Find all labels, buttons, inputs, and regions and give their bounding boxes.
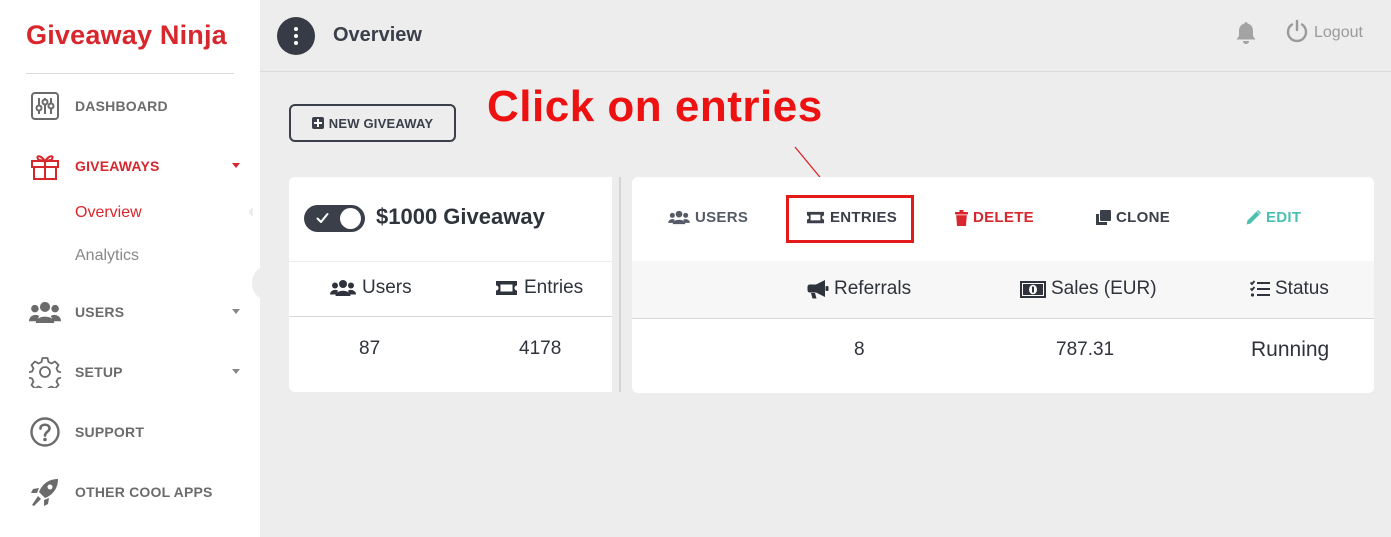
caret-down-icon [232, 309, 240, 314]
money-bill-icon [1020, 280, 1046, 298]
dot [294, 27, 298, 31]
giveaway-enabled-toggle[interactable] [304, 205, 365, 232]
status-column-header: Status [1250, 278, 1329, 300]
sidebar-item-label: DASHBOARD [75, 98, 168, 114]
users-icon [330, 280, 356, 296]
question-icon [29, 416, 61, 448]
sidebar-subitem-overview[interactable]: Overview [75, 204, 142, 222]
giveaway-name: $1000 Giveaway [376, 204, 545, 229]
sliders-icon [29, 90, 61, 122]
users-action-button[interactable]: USERS [668, 209, 748, 226]
users-icon [29, 296, 61, 328]
delete-action-label: DELETE [973, 209, 1034, 226]
users-column-header: Users [330, 277, 412, 299]
delete-action-button[interactable]: DELETE [955, 209, 1034, 226]
sidebar-item-label: OTHER COOL APPS [75, 484, 213, 500]
brand-logo[interactable]: Giveaway Ninja [26, 20, 227, 51]
caret-down-icon [232, 163, 240, 168]
sidebar-edge-marker [249, 208, 253, 216]
edit-action-label: EDIT [1266, 209, 1302, 226]
giveaway-actions-card: USERS ENTRIES DELETE CLONE EDIT Referral… [632, 177, 1374, 393]
checklist-icon [1250, 280, 1270, 297]
status-value: Running [1251, 338, 1330, 361]
caret-down-icon [232, 369, 240, 374]
topbar: Overview Logout [260, 0, 1391, 72]
edit-action-button[interactable]: EDIT [1246, 209, 1301, 226]
ticket-icon [806, 211, 825, 224]
sidebar-item-label: SETUP [75, 364, 123, 380]
referrals-column-header: Referrals [807, 278, 911, 300]
gear-icon [29, 356, 61, 388]
new-giveaway-label: NEW GIVEAWAY [328, 115, 434, 131]
sales-column-label: Sales (EUR) [1051, 278, 1157, 299]
sidebar-item-other-cool-apps[interactable]: OTHER COOL APPS [0, 472, 260, 512]
power-icon [1285, 19, 1309, 48]
logout-label: Logout [1314, 24, 1363, 41]
users-column-label: Users [362, 277, 412, 298]
sidebar: Giveaway Ninja DASHBOARD GIVEAWAYS Overv… [0, 0, 268, 537]
bell-icon[interactable] [1233, 20, 1259, 46]
clone-action-button[interactable]: CLONE [1096, 209, 1170, 226]
card-divider [619, 177, 621, 392]
check-icon [316, 213, 329, 223]
annotation-text: Click on entries [487, 82, 823, 131]
gift-icon [29, 150, 61, 182]
page-title: Overview [333, 24, 422, 46]
sidebar-item-dashboard[interactable]: DASHBOARD [0, 86, 260, 126]
new-giveaway-button[interactable]: NEW GIVEAWAY [289, 104, 456, 142]
entries-count: 4178 [519, 338, 562, 359]
sidebar-item-support[interactable]: SUPPORT [0, 412, 260, 452]
plus-square-icon [311, 117, 324, 129]
stats-header: Referrals Sales (EUR) Status [632, 261, 1374, 319]
menu-button[interactable] [277, 17, 315, 55]
sidebar-item-setup[interactable]: SETUP [0, 352, 260, 392]
clone-icon [1096, 210, 1111, 225]
referrals-count: 8 [854, 339, 865, 360]
users-action-label: USERS [695, 209, 749, 226]
ticket-icon [496, 281, 517, 295]
logout-button[interactable]: Logout [1285, 19, 1363, 48]
dot [294, 41, 298, 45]
sidebar-item-giveaways[interactable]: GIVEAWAYS [0, 146, 260, 186]
sidebar-item-label: GIVEAWAYS [75, 158, 160, 174]
entries-column-header: Entries [495, 277, 583, 299]
giveaway-summary-card: $1000 Giveaway Users Entries 87 4178 [289, 177, 612, 392]
sidebar-item-label: SUPPORT [75, 424, 145, 440]
entries-column-label: Entries [524, 277, 584, 298]
pencil-icon [1246, 210, 1261, 225]
action-bar: USERS ENTRIES DELETE CLONE EDIT [632, 177, 1374, 261]
megaphone-icon [807, 280, 829, 299]
brand-divider [26, 73, 234, 74]
users-count: 87 [359, 338, 381, 359]
clone-action-label: CLONE [1116, 209, 1170, 226]
referrals-column-label: Referrals [834, 278, 912, 299]
rocket-icon [29, 476, 61, 508]
status-column-label: Status [1275, 278, 1329, 299]
sidebar-subitem-analytics[interactable]: Analytics [75, 247, 139, 265]
entries-action-button[interactable]: ENTRIES [806, 209, 897, 226]
sidebar-item-label: USERS [75, 304, 125, 320]
sales-column-header: Sales (EUR) [1020, 278, 1157, 300]
sidebar-item-users[interactable]: USERS [0, 292, 260, 332]
dot [294, 34, 298, 38]
summary-header: Users Entries [289, 261, 612, 317]
trash-icon [955, 209, 968, 226]
toggle-knob [340, 208, 361, 229]
users-icon [668, 210, 690, 225]
entries-action-label: ENTRIES [830, 209, 898, 226]
sales-amount: 787.31 [1056, 339, 1115, 360]
